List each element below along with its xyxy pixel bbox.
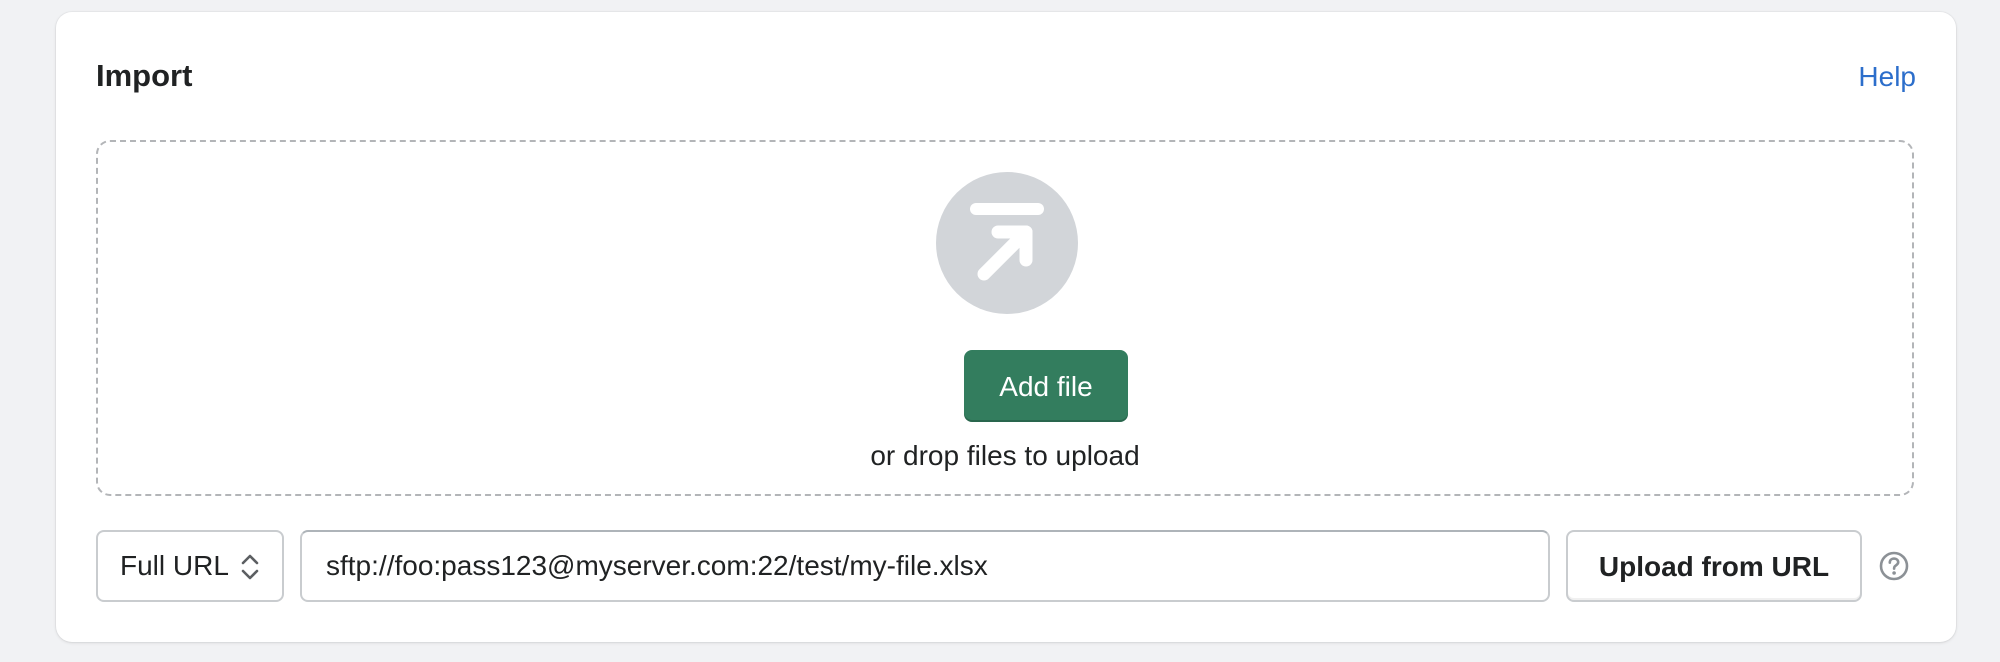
url-import-row: Full URL Upload from URL [96, 530, 1916, 602]
add-file-button[interactable]: Add file [964, 350, 1128, 422]
url-mode-selected: Full URL [120, 550, 229, 581]
chevron-up-down-icon [240, 552, 260, 587]
card-title: Import [96, 58, 193, 93]
url-input[interactable] [300, 530, 1550, 602]
question-circle-icon[interactable] [1878, 550, 1910, 582]
import-card: Import Help Add file or drop files to up… [56, 12, 1956, 642]
upload-arrow-icon [936, 172, 1078, 314]
file-dropzone[interactable]: Add file or drop files to upload [96, 140, 1914, 496]
upload-from-url-button[interactable]: Upload from URL [1566, 530, 1862, 602]
drop-hint-text: or drop files to upload [870, 440, 1140, 471]
help-link[interactable]: Help [1858, 58, 1916, 96]
url-mode-select[interactable]: Full URL [96, 530, 284, 602]
